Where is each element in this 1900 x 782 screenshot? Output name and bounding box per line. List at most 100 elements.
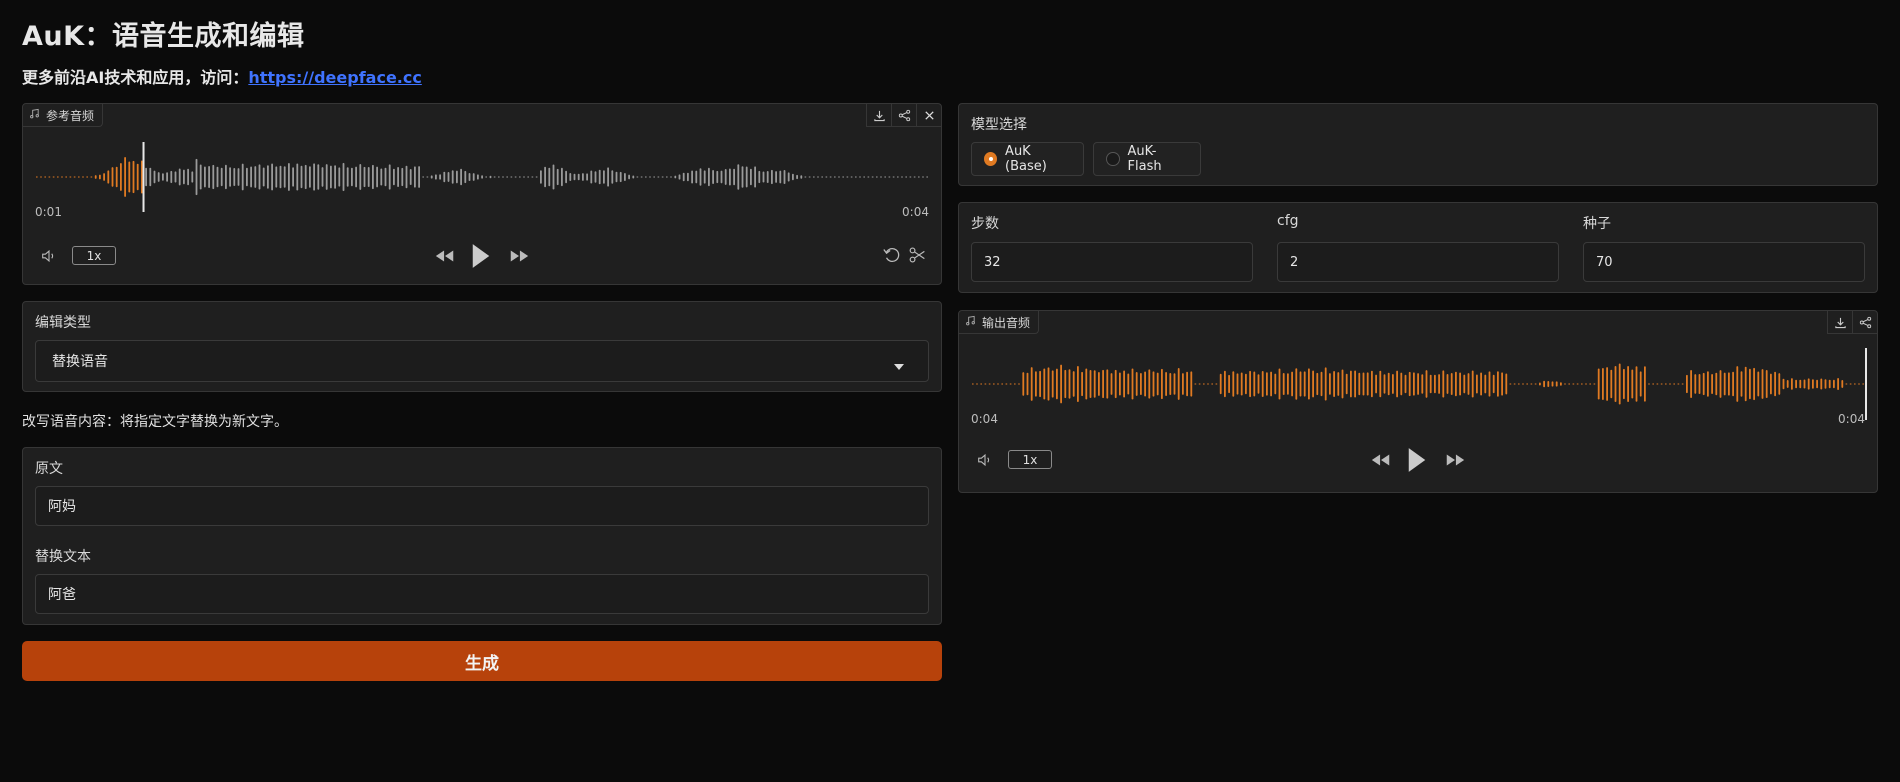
waveform-bar <box>678 174 681 180</box>
share-icon[interactable] <box>1852 311 1877 334</box>
waveform-bar <box>447 172 450 182</box>
waveform-bar <box>1047 367 1050 401</box>
waveform-bar <box>1518 383 1520 385</box>
waveform-bar <box>876 176 878 178</box>
original-text-input[interactable]: 阿妈 <box>35 486 929 526</box>
model-option-base[interactable]: AuK (Base) <box>971 142 1084 176</box>
reference-waveform[interactable] <box>35 142 931 212</box>
waveform-bar <box>1341 369 1344 399</box>
waveform-bar <box>1564 383 1566 385</box>
waveform-bar <box>691 170 693 184</box>
waveform-bar <box>103 173 105 181</box>
waveform-bar <box>708 167 710 187</box>
waveform-bar <box>1051 370 1054 398</box>
waveform-bar <box>195 158 198 196</box>
waveform-bar <box>1833 379 1835 389</box>
waveform-bar <box>1098 372 1100 396</box>
waveform-bar <box>435 174 437 180</box>
cfg-input[interactable]: 2 <box>1277 242 1559 282</box>
waveform-bar <box>1488 371 1491 397</box>
waveform-bar <box>170 170 173 184</box>
fast-forward-icon[interactable] <box>506 244 532 268</box>
waveform-bar <box>1043 368 1046 400</box>
fast-forward-icon[interactable] <box>1442 448 1468 472</box>
edit-type-dropdown[interactable]: 替换语音 <box>35 340 929 382</box>
reference-time-end: 0:04 <box>902 205 929 219</box>
waveform-bar <box>1551 381 1554 387</box>
page-subtitle: 更多前沿AI技术和应用，访问：https://deepface.cc <box>22 64 422 88</box>
waveform-bar <box>1631 369 1634 399</box>
waveform-bar <box>1543 380 1545 388</box>
waveform-bar <box>1576 383 1579 385</box>
close-icon[interactable] <box>916 104 941 127</box>
waveform-bar <box>552 164 555 190</box>
playhead-cursor[interactable] <box>142 142 145 212</box>
volume-icon[interactable] <box>39 246 59 266</box>
waveform-bar <box>422 176 424 178</box>
waveform-bar <box>1501 372 1503 396</box>
waveform-bar <box>842 176 844 178</box>
waveform-bar <box>1316 372 1319 396</box>
edit-description: 改写语音内容：将指定文字替换为新文字。 <box>22 414 288 430</box>
deepface-link[interactable]: https://deepface.cc <box>248 68 422 87</box>
generate-button[interactable]: 生成 <box>22 641 942 681</box>
waveform-bar <box>535 176 538 178</box>
waveform-bar <box>1635 366 1638 402</box>
waveform-bar <box>1156 372 1159 396</box>
waveform-bar <box>838 176 840 178</box>
waveform-bar <box>1862 383 1864 385</box>
rewind-icon[interactable] <box>1368 448 1394 472</box>
waveform-bar <box>120 163 122 191</box>
waveform-bar <box>1396 370 1398 398</box>
playback-rate-button[interactable]: 1x <box>72 246 116 265</box>
waveform-bar <box>178 168 181 186</box>
playhead-cursor[interactable] <box>1865 348 1867 420</box>
steps-input[interactable]: 32 <box>971 242 1253 282</box>
waveform-bar <box>859 176 861 178</box>
waveform-bar <box>44 176 46 178</box>
waveform-bar <box>577 173 580 181</box>
waveform-bar <box>1005 383 1008 385</box>
waveform-bar <box>737 164 740 190</box>
seed-input[interactable]: 70 <box>1583 242 1865 282</box>
volume-icon[interactable] <box>975 450 995 470</box>
waveform-bar <box>1736 366 1739 402</box>
waveform-bar <box>762 171 765 183</box>
edit-type-label: 编辑类型 <box>35 315 91 331</box>
play-icon[interactable] <box>469 240 493 272</box>
waveform-bar <box>393 168 395 186</box>
waveform-bar <box>1690 370 1692 398</box>
waveform-bar <box>976 383 978 385</box>
download-icon[interactable] <box>866 104 891 127</box>
waveform-bar <box>355 166 357 188</box>
play-icon[interactable] <box>1405 444 1429 476</box>
waveform-bar <box>1114 369 1117 399</box>
waveform-bar <box>346 167 349 187</box>
rewind-icon[interactable] <box>432 244 458 268</box>
waveform-bar <box>166 172 168 182</box>
waveform-bar <box>208 166 210 188</box>
scissors-icon[interactable] <box>907 244 929 266</box>
waveform-bar <box>1324 367 1327 401</box>
replace-text-input[interactable]: 阿爸 <box>35 574 929 614</box>
waveform-bar <box>733 168 735 186</box>
waveform-bar <box>926 176 928 178</box>
waveform-bar <box>607 167 609 187</box>
waveform-bar <box>632 175 635 179</box>
waveform-bar <box>1278 368 1281 400</box>
waveform-bar <box>1774 371 1776 397</box>
playback-rate-button[interactable]: 1x <box>1008 450 1052 469</box>
download-icon[interactable] <box>1827 311 1852 334</box>
model-option-flash[interactable]: AuK-Flash <box>1093 142 1201 176</box>
waveform-bar <box>1211 383 1213 385</box>
waveform-bar <box>157 172 160 182</box>
waveform-bar <box>1753 367 1755 401</box>
undo-icon[interactable] <box>881 244 903 266</box>
waveform-bar <box>254 166 257 188</box>
waveform-bar <box>758 170 761 184</box>
waveform-bar <box>825 176 828 178</box>
share-icon[interactable] <box>891 104 916 127</box>
output-waveform[interactable] <box>971 348 1867 420</box>
waveform-bar <box>817 176 819 178</box>
waveform-bar <box>1194 383 1197 385</box>
